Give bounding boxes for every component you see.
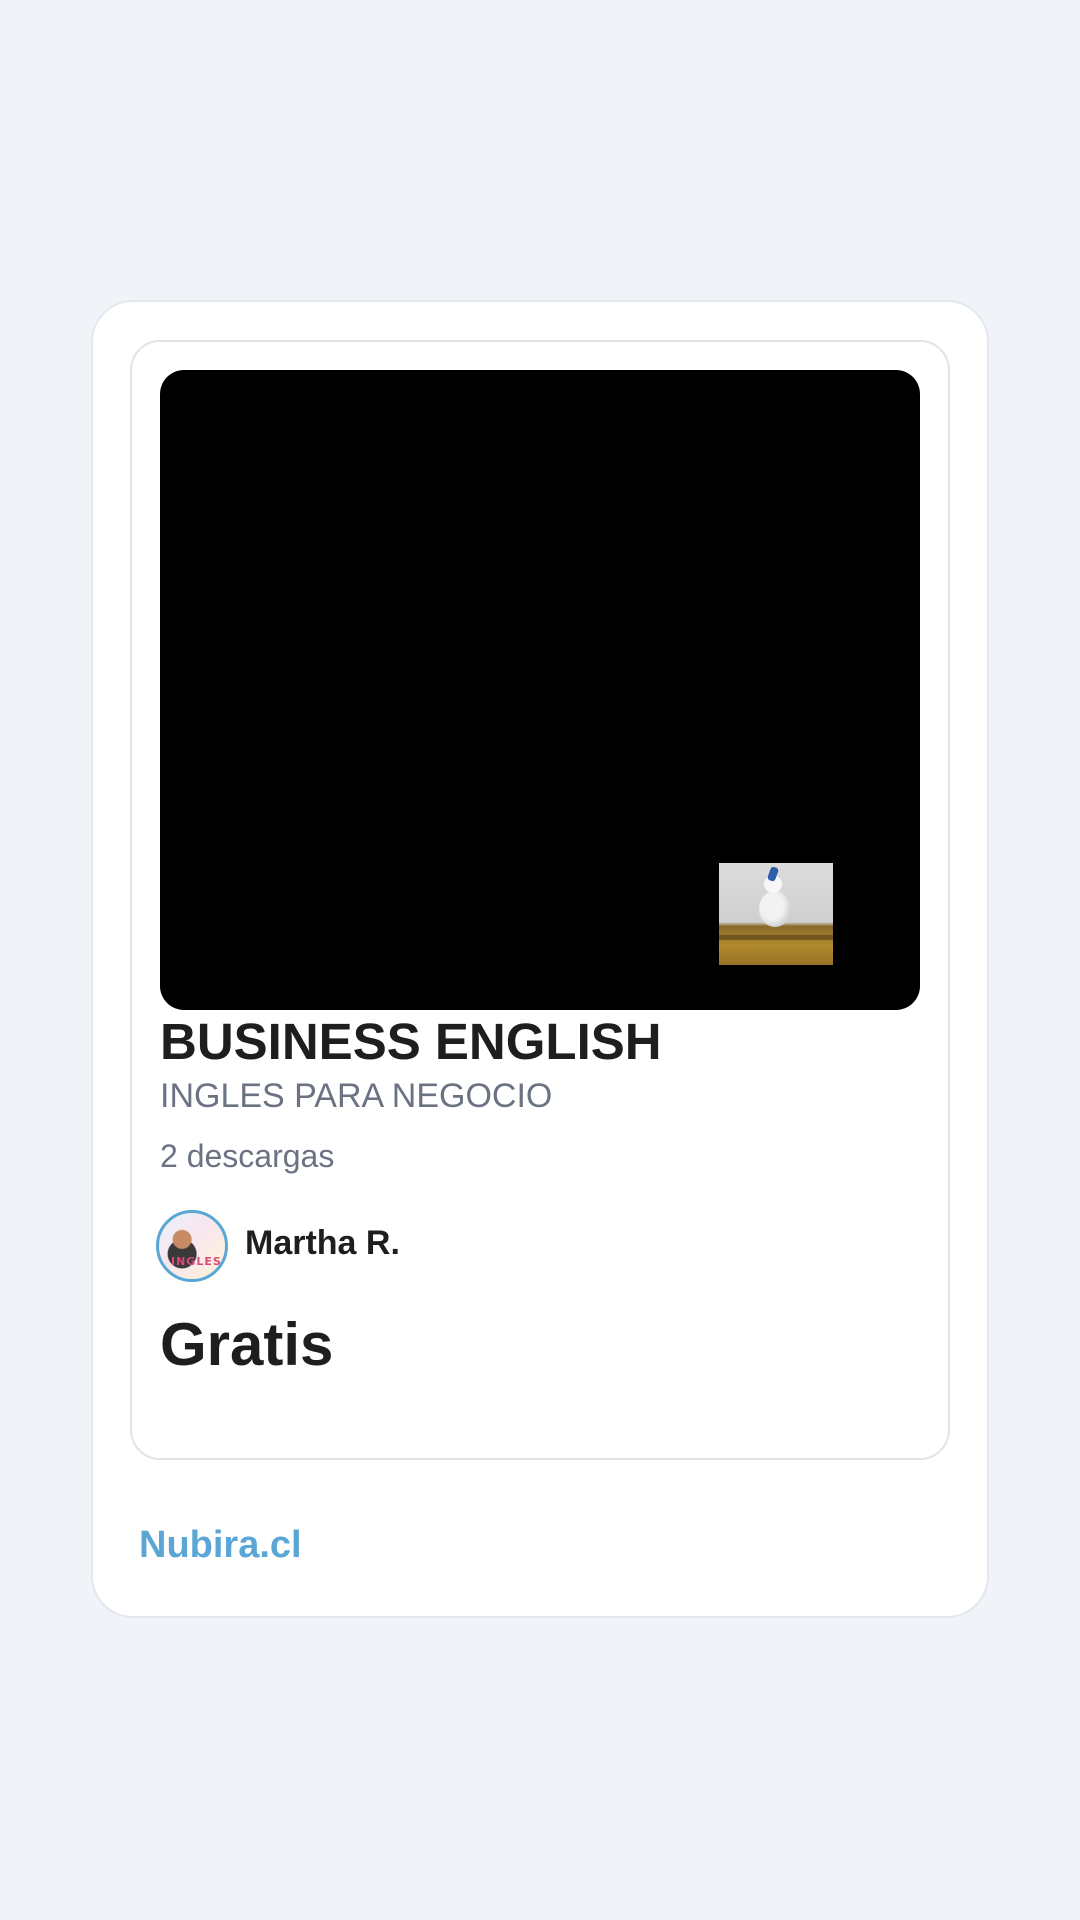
download-count: 2 descargas [160, 1138, 335, 1174]
product-title[interactable]: BUSINESS ENGLISH [160, 1012, 662, 1072]
author-avatar[interactable]: INGLES [156, 1210, 228, 1282]
product-price: Gratis [160, 1311, 334, 1378]
avatar-logo-text: INGLES [171, 1255, 222, 1268]
preview-thumbnail [719, 863, 833, 965]
figure-body [759, 891, 791, 927]
product-subtitle: INGLES PARA NEGOCIO [160, 1077, 553, 1115]
shelf-stripe [719, 935, 833, 940]
product-preview-image[interactable] [160, 370, 920, 1010]
author-name[interactable]: Martha R. [245, 1222, 400, 1264]
brand-link[interactable]: Nubira.cl [139, 1522, 302, 1568]
